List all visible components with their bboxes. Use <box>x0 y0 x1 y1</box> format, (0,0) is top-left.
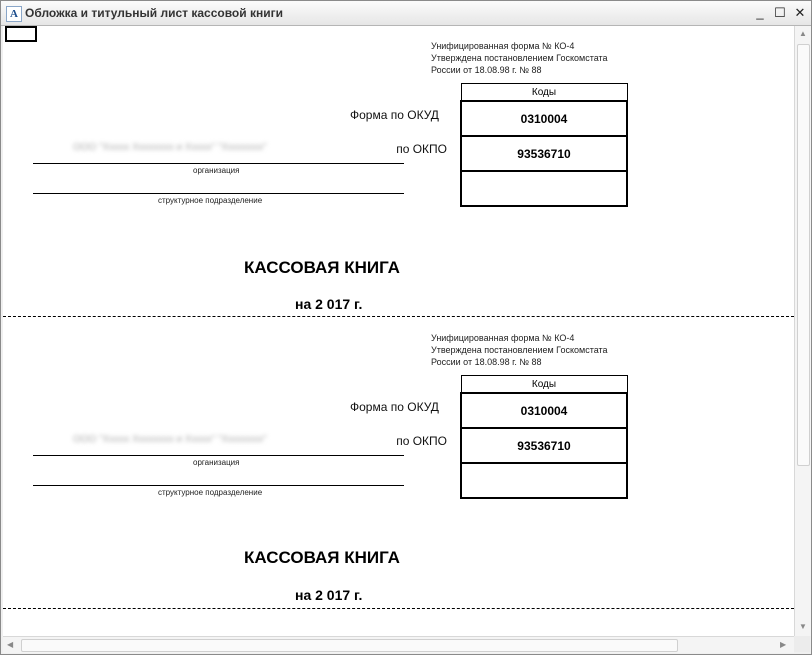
scroll-up-arrow-icon[interactable]: ▲ <box>799 29 807 38</box>
unified-form-note: Унифицированная форма № КО-4 Утверждена … <box>431 40 608 76</box>
window-title: Обложка и титульный лист кассовой книги <box>25 6 283 20</box>
vertical-scroll-thumb[interactable] <box>797 44 810 466</box>
empty-code-cell[interactable] <box>460 170 628 207</box>
okud-label: Форма по ОКУД <box>350 108 439 122</box>
okpo-value[interactable]: 93536710 <box>460 427 628 464</box>
book-year: на 2 017 г. <box>295 587 363 603</box>
book-year: на 2 017 г. <box>295 296 363 312</box>
scrollbar-corner <box>794 636 810 652</box>
organization-name-redacted: ООО "Ххххх Хххххххх и Ххххх" "Хххххххх" <box>73 434 267 445</box>
approval-line: Утверждена постановлением Госкомстата <box>431 53 608 63</box>
cashbook-page-1: Унифицированная форма № КО-4 Утверждена … <box>3 26 794 318</box>
report-icon: A <box>6 6 22 22</box>
title-bar[interactable]: A Обложка и титульный лист кассовой книг… <box>1 1 811 26</box>
approval-date-line: России от 18.08.98 г. № 88 <box>431 65 542 75</box>
okpo-label: по ОКПО <box>396 434 447 448</box>
horizontal-scrollbar[interactable]: ◀ ▶ <box>3 636 794 653</box>
page-break-2 <box>3 608 794 609</box>
approval-date-line: России от 18.08.98 г. № 88 <box>431 357 542 367</box>
page-break-1 <box>3 316 794 317</box>
okud-value[interactable]: 0310004 <box>460 100 628 137</box>
organization-line <box>33 163 404 164</box>
scroll-left-arrow-icon[interactable]: ◀ <box>7 640 13 649</box>
codes-table: Коды 0310004 93536710 <box>460 83 628 207</box>
book-title: КАССОВАЯ КНИГА <box>244 548 400 567</box>
subdivision-line <box>33 193 404 194</box>
organization-line <box>33 455 404 456</box>
okpo-label: по ОКПО <box>396 142 447 156</box>
minimize-button[interactable]: _ <box>751 4 769 22</box>
unified-form-line: Унифицированная форма № КО-4 <box>431 333 575 343</box>
subdivision-caption: структурное подразделение <box>158 196 263 205</box>
approval-line: Утверждена постановлением Госкомстата <box>431 345 608 355</box>
codes-table: Коды 0310004 93536710 <box>460 375 628 499</box>
scroll-down-arrow-icon[interactable]: ▼ <box>799 622 807 631</box>
report-window: A Обложка и титульный лист кассовой книг… <box>0 0 812 655</box>
maximize-button[interactable]: ☐ <box>771 4 789 22</box>
okpo-value[interactable]: 93536710 <box>460 135 628 172</box>
organization-caption: организация <box>193 458 240 467</box>
okud-value[interactable]: 0310004 <box>460 392 628 429</box>
close-button[interactable]: ✕ <box>791 4 809 22</box>
organization-caption: организация <box>193 166 240 175</box>
okud-label: Форма по ОКУД <box>350 400 439 414</box>
book-title: КАССОВАЯ КНИГА <box>244 258 400 277</box>
subdivision-line <box>33 485 404 486</box>
organization-name-redacted: ООО "Ххххх Хххххххх и Ххххх" "Хххххххх" <box>73 142 267 153</box>
cashbook-page-2: Унифицированная форма № КО-4 Утверждена … <box>3 318 794 610</box>
empty-code-cell[interactable] <box>460 462 628 499</box>
subdivision-caption: структурное подразделение <box>158 488 263 497</box>
codes-header: Коды <box>460 83 628 102</box>
unified-form-line: Унифицированная форма № КО-4 <box>431 41 575 51</box>
unified-form-note: Унифицированная форма № КО-4 Утверждена … <box>431 332 608 368</box>
scroll-right-arrow-icon[interactable]: ▶ <box>780 640 786 649</box>
vertical-scrollbar[interactable]: ▲ ▼ <box>794 26 811 636</box>
horizontal-scroll-thumb[interactable] <box>21 639 678 652</box>
codes-header: Коды <box>460 375 628 394</box>
report-sheet[interactable]: Унифицированная форма № КО-4 Утверждена … <box>3 26 794 636</box>
